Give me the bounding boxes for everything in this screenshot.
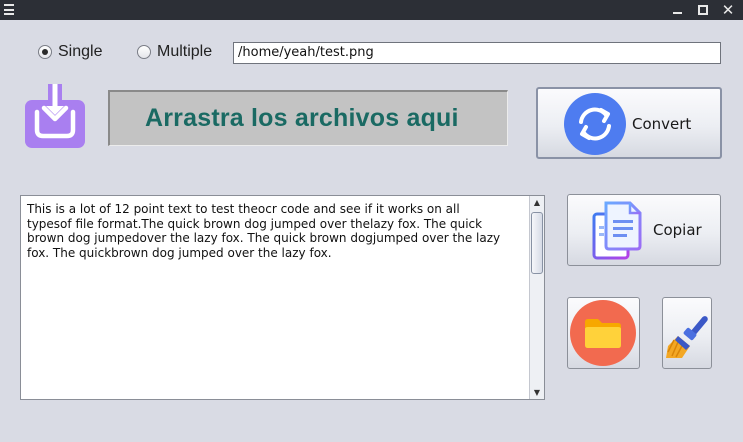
close-icon[interactable]: ✕ — [720, 2, 736, 18]
copy-button-label: Copiar — [653, 221, 702, 239]
download-tray-icon — [25, 84, 85, 148]
hamburger-menu-icon[interactable] — [4, 4, 14, 15]
drop-zone-label: Arrastra los archivos aqui — [145, 104, 459, 132]
copy-documents-icon — [592, 201, 642, 260]
radio-multiple-indicator[interactable] — [137, 45, 151, 59]
radio-multiple-label[interactable]: Multiple — [157, 43, 212, 61]
vertical-scrollbar[interactable]: ▲ ▼ — [529, 196, 544, 399]
radio-single-indicator[interactable] — [38, 45, 52, 59]
output-text[interactable]: This is a lot of 12 point text to test t… — [21, 196, 529, 399]
minimize-icon[interactable] — [670, 2, 686, 18]
folder-icon — [570, 300, 636, 366]
scroll-up-icon[interactable]: ▲ — [530, 196, 544, 209]
window-titlebar: ✕ — [0, 0, 743, 20]
scrollbar-thumb[interactable] — [531, 212, 543, 274]
clear-button[interactable] — [662, 297, 712, 369]
radio-single[interactable]: Single — [38, 42, 102, 62]
maximize-icon[interactable] — [695, 2, 711, 18]
output-text-area[interactable]: This is a lot of 12 point text to test t… — [20, 195, 545, 400]
drop-zone[interactable]: Arrastra los archivos aqui — [108, 90, 508, 146]
radio-single-label[interactable]: Single — [58, 43, 102, 61]
sync-icon — [564, 93, 626, 155]
copy-button[interactable]: Copiar — [567, 194, 721, 266]
radio-multiple[interactable]: Multiple — [137, 42, 212, 62]
file-path-input[interactable]: /home/yeah/test.png — [233, 42, 721, 64]
convert-button-label: Convert — [632, 115, 692, 133]
convert-button[interactable]: Convert — [536, 87, 722, 159]
broom-icon — [666, 316, 708, 358]
open-folder-button[interactable] — [567, 297, 640, 369]
scroll-down-icon[interactable]: ▼ — [530, 386, 544, 399]
